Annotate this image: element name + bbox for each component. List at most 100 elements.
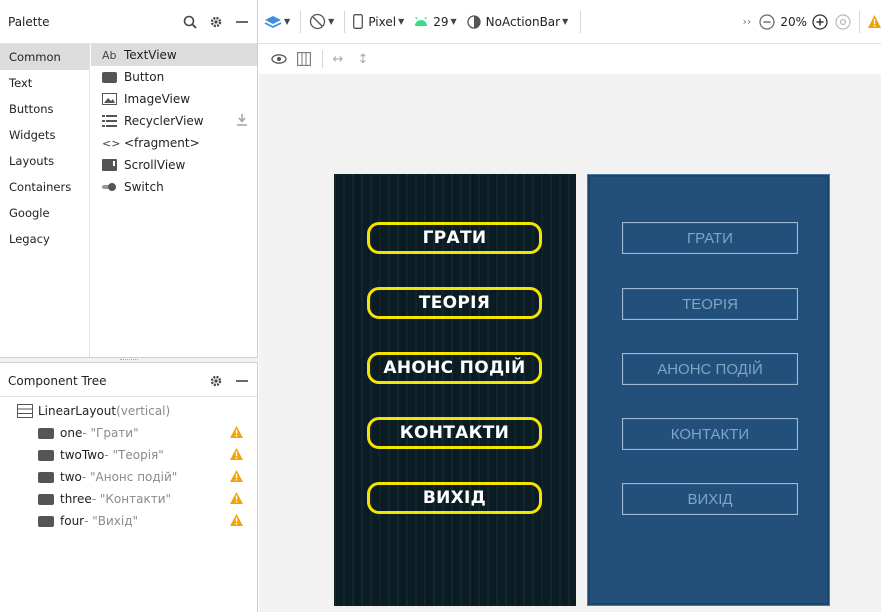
tree-node-linearlayout[interactable]: LinearLayout (vertical) bbox=[0, 400, 257, 422]
theory-button[interactable]: ТЕОРІЯ bbox=[367, 287, 542, 319]
palette-item-label: Button bbox=[124, 70, 165, 84]
contacts-button[interactable]: КОНТАКТИ bbox=[367, 417, 542, 449]
design-surface-dropdown[interactable]: ▼ bbox=[264, 15, 290, 29]
vertical-arrows-icon[interactable]: ↕ bbox=[352, 49, 374, 69]
category-buttons[interactable]: Buttons bbox=[0, 96, 89, 122]
device-dropdown[interactable]: Pixel ▼ bbox=[353, 14, 404, 29]
phone-icon bbox=[353, 14, 364, 29]
button-icon bbox=[38, 471, 54, 483]
design-toolbar: ▼ ▼ Pixel ▼ 29 ▼ NoActionBar ▼ ›› 20% bbox=[258, 0, 881, 44]
warning-icon[interactable] bbox=[230, 447, 243, 463]
palette-item-imageview[interactable]: ImageView bbox=[91, 88, 257, 110]
imageview-icon bbox=[102, 93, 119, 106]
tree-node-name: LinearLayout bbox=[38, 404, 117, 418]
tree-node-text: - "Контакти" bbox=[91, 492, 172, 506]
palette-item-textview[interactable]: Ab TextView bbox=[91, 44, 257, 66]
zoom-out-icon[interactable] bbox=[759, 13, 775, 30]
blueprint-preview[interactable]: ГРАТИ ТЕОРІЯ АНОНС ПОДІЙ КОНТАКТИ ВИХІД bbox=[587, 174, 830, 606]
contacts-button-blueprint[interactable]: КОНТАКТИ bbox=[622, 418, 798, 450]
switch-icon bbox=[102, 181, 119, 194]
search-icon[interactable] bbox=[179, 11, 201, 33]
palette-item-label: TextView bbox=[124, 48, 177, 62]
theme-icon bbox=[467, 14, 481, 29]
columns-icon[interactable] bbox=[293, 49, 315, 69]
overflow-icon[interactable]: ›› bbox=[743, 15, 752, 28]
events-button-blueprint[interactable]: АНОНС ПОДІЙ bbox=[622, 353, 798, 385]
minimize-icon[interactable] bbox=[231, 11, 253, 33]
category-common[interactable]: Common bbox=[0, 44, 89, 70]
design-preview[interactable]: ГРАТИ ТЕОРІЯ АНОНС ПОДІЙ КОНТАКТИ ВИХІД bbox=[334, 174, 576, 606]
palette-item-label: RecyclerView bbox=[124, 114, 204, 128]
play-button-blueprint[interactable]: ГРАТИ bbox=[622, 222, 798, 254]
view-options-toolbar: ↔ ↕ bbox=[258, 44, 881, 74]
tree-node-text: - "Теорія" bbox=[104, 448, 164, 462]
minimize-icon[interactable] bbox=[231, 370, 253, 392]
chevron-down-icon: ▼ bbox=[562, 17, 569, 26]
exit-button-blueprint[interactable]: ВИХІД bbox=[622, 483, 798, 515]
fragment-icon: <> bbox=[102, 136, 121, 150]
recyclerview-icon bbox=[102, 115, 119, 128]
rotate-icon bbox=[309, 13, 326, 30]
palette-item-fragment[interactable]: <> <fragment> bbox=[91, 132, 257, 154]
orientation-dropdown[interactable]: ▼ bbox=[309, 13, 334, 30]
tree-node-four[interactable]: four - "Вихід" bbox=[0, 510, 257, 532]
theme-dropdown[interactable]: NoActionBar ▼ bbox=[467, 14, 569, 29]
category-text[interactable]: Text bbox=[0, 70, 89, 96]
tree-node-id: four bbox=[60, 514, 85, 528]
eye-icon[interactable] bbox=[268, 49, 290, 69]
chevron-down-icon: ▼ bbox=[450, 17, 457, 26]
tree-node-one[interactable]: one - "Грати" bbox=[0, 422, 257, 444]
tree-node-id: three bbox=[60, 492, 92, 506]
palette-item-recyclerview[interactable]: RecyclerView bbox=[91, 110, 257, 132]
tree-node-three[interactable]: three - "Контакти" bbox=[0, 488, 257, 510]
tree-node-detail: (vertical) bbox=[116, 404, 171, 418]
warning-icon[interactable] bbox=[230, 425, 243, 441]
warning-icon[interactable] bbox=[868, 15, 881, 28]
zoom-in-icon[interactable] bbox=[812, 13, 828, 30]
gear-icon[interactable] bbox=[205, 11, 227, 33]
download-icon[interactable] bbox=[237, 113, 247, 129]
component-tree-header: Component Tree bbox=[0, 365, 257, 397]
warning-icon[interactable] bbox=[230, 491, 243, 507]
horizontal-arrows-icon[interactable]: ↔ bbox=[327, 49, 349, 69]
category-containers[interactable]: Containers bbox=[0, 174, 89, 200]
device-label: Pixel bbox=[368, 14, 397, 29]
tree-node-twotwo[interactable]: twoTwo - "Теорія" bbox=[0, 444, 257, 466]
button-icon bbox=[38, 515, 54, 527]
theory-button-blueprint[interactable]: ТЕОРІЯ bbox=[622, 288, 798, 320]
palette-item-label: <fragment> bbox=[124, 136, 200, 150]
api-level-label: 29 bbox=[433, 14, 449, 29]
palette-item-scrollview[interactable]: ScrollView bbox=[91, 154, 257, 176]
events-button[interactable]: АНОНС ПОДІЙ bbox=[367, 352, 542, 384]
category-google[interactable]: Google bbox=[0, 200, 89, 226]
zoom-fit-icon[interactable] bbox=[835, 13, 851, 30]
play-button[interactable]: ГРАТИ bbox=[367, 222, 542, 254]
palette-item-switch[interactable]: Switch bbox=[91, 176, 257, 198]
theme-label: NoActionBar bbox=[485, 14, 561, 29]
tree-node-id: one bbox=[60, 426, 83, 440]
tree-node-text: - "Грати" bbox=[82, 426, 139, 440]
warning-icon[interactable] bbox=[230, 469, 243, 485]
chevron-down-icon: ▼ bbox=[398, 17, 405, 26]
palette-categories: Common Text Buttons Widgets Layouts Cont… bbox=[0, 44, 90, 357]
category-layouts[interactable]: Layouts bbox=[0, 148, 89, 174]
category-widgets[interactable]: Widgets bbox=[0, 122, 89, 148]
api-level-dropdown[interactable]: 29 ▼ bbox=[414, 14, 457, 29]
tree-node-id: two bbox=[60, 470, 82, 484]
palette-title: Palette bbox=[8, 14, 50, 29]
textview-icon: Ab bbox=[102, 48, 117, 62]
category-legacy[interactable]: Legacy bbox=[0, 226, 89, 252]
palette-panel: Palette Common Text Buttons Widgets Layo… bbox=[0, 0, 258, 357]
gear-icon[interactable] bbox=[205, 370, 227, 392]
palette-item-label: Switch bbox=[124, 180, 164, 194]
tree-node-two[interactable]: two - "Анонс подій" bbox=[0, 466, 257, 488]
scrollview-icon bbox=[102, 159, 119, 172]
layers-icon bbox=[264, 15, 282, 29]
warning-icon[interactable] bbox=[230, 513, 243, 529]
android-icon bbox=[414, 17, 428, 26]
button-icon bbox=[102, 71, 119, 84]
palette-item-button[interactable]: Button bbox=[91, 66, 257, 88]
palette-item-label: ScrollView bbox=[124, 158, 186, 172]
tree-node-id: twoTwo bbox=[60, 448, 105, 462]
exit-button[interactable]: ВИХІД bbox=[367, 482, 542, 514]
